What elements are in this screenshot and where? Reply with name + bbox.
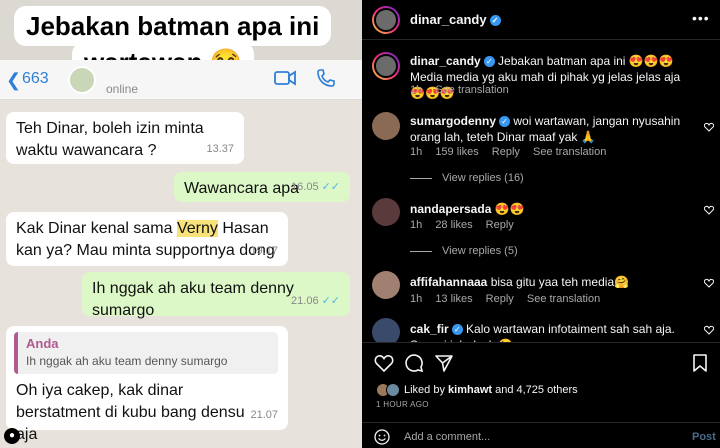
story-image: Jebakan batman apa ini wartawan 😂 ❮ 663 … [0,0,362,448]
comment-meta: 1h 159 likes Reply See translation [410,146,616,158]
bookmark-icon[interactable] [690,353,710,373]
more-options-icon[interactable]: ••• [692,10,710,26]
comment-username[interactable]: nandapersada [410,202,491,216]
message-time: 21.07 [250,409,278,421]
unread-count: 663 [22,70,49,87]
avatar[interactable] [372,112,400,140]
comment-likes[interactable]: 28 likes [435,219,472,231]
comment-age: 1h [410,146,423,158]
post-username[interactable]: dinar_candy ✓ [410,12,501,27]
message-text-before: Kak Dinar kenal sama [16,220,177,237]
post-time: 1 HOUR AGO [376,400,429,409]
phone-icon[interactable] [316,68,336,88]
heart-icon[interactable] [704,278,714,288]
emoji-icon[interactable] [374,429,390,445]
message-incoming: Kak Dinar kenal sama Verny Hasan kan ya?… [6,212,288,266]
heart-icon[interactable] [704,122,714,132]
caption-username[interactable]: dinar_candy [410,54,481,68]
comment-likes[interactable]: 13 likes [435,293,472,305]
person-icon[interactable]: ● [4,428,20,444]
add-comment-bar: Add a comment... Post [362,422,720,448]
caption-meta: 1h See translation [410,84,519,96]
avatar[interactable] [372,52,400,80]
message-incoming-reply: Anda Ih nggak ah aku team denny sumargo … [6,326,288,443]
read-ticks-icon: ✓✓ [321,295,340,307]
chat-header: ❮ 663 online [0,60,362,100]
highlighted-name: Verny [176,220,218,237]
reply-button[interactable]: Reply [486,219,514,231]
reply-button[interactable]: Reply [486,293,514,305]
comment-username[interactable]: sumargodenny [410,114,496,128]
comment: affifahannaaa bisa gitu yaa teh media🤗 [410,274,690,290]
see-translation-link[interactable]: See translation [527,293,600,305]
avatar[interactable] [372,198,400,226]
comment-icon[interactable] [404,353,424,373]
liked-by-user[interactable]: kimhawt [448,384,492,396]
comment-username[interactable]: cak_fir [410,322,449,336]
quoted-message: Anda Ih nggak ah aku team denny sumargo [14,332,278,374]
video-call-icon[interactable] [274,70,296,86]
message-text: Wawancara apa [184,180,300,197]
caption-text-line1: Jebakan batman apa ini 😍😍😍 [498,54,674,68]
avatar[interactable] [372,6,400,34]
comment: nandapersada 😍😍 [410,201,690,217]
comment-meta: 1h 13 likes Reply See translation [410,293,610,305]
comment-text: bisa gitu yaa teh media🤗 [490,275,630,289]
post-header: dinar_candy ✓ ••• [362,0,720,40]
avatar [386,383,400,397]
verified-icon: ✓ [489,15,501,27]
comment-text: 😍😍 [494,202,525,216]
liked-by-avatars [376,383,406,397]
quote-author: Anda [26,336,59,351]
verified-icon: ✓ [451,324,463,336]
post-actions [362,342,720,382]
comment-input[interactable]: Add a comment... [404,431,490,443]
reply-button[interactable]: Reply [492,146,520,158]
comment-text: Kalo wartawan infotaiment sah sah aja. S… [410,322,675,342]
story-caption-line1: Jebakan batman apa ini [14,6,332,46]
contact-status: online [106,82,139,96]
message-text: Ih nggak ah aku team denny sumargo [92,280,294,319]
verified-icon: ✓ [499,116,511,128]
message-text: Oh iya cakep, kak dinar berstatment di k… [16,382,245,443]
comment-age: 1h [410,219,423,231]
comment-likes[interactable]: 159 likes [435,146,478,158]
share-icon[interactable] [434,353,454,373]
message-time: 16.05 [291,181,319,193]
comment: sumargodenny ✓ woi wartawan, jangan nyusa… [410,113,690,145]
see-translation-link[interactable]: See translation [533,146,606,158]
quote-text: Ih nggak ah aku team denny sumargo [26,354,228,368]
comment-age: 1h [410,293,423,305]
comment-meta: 1h 28 likes Reply [410,219,524,231]
message-time: 19.17 [250,245,278,257]
liked-by-suffix: and 4,725 others [492,384,578,396]
message-time: 13.37 [206,143,234,155]
likes-summary[interactable]: Liked by kimhawt and 4,725 others [404,384,578,396]
avatar[interactable] [372,271,400,299]
comment-username[interactable]: affifahannaaa [410,275,487,289]
heart-icon[interactable] [704,325,714,335]
see-translation-link[interactable]: See translation [435,84,508,96]
instagram-panel: dinar_candy ✓ ••• dinar_candy ✓ Jebakan ba… [362,0,720,448]
message-text: Teh Dinar, boleh izin minta waktu wawanc… [16,120,204,159]
avatar [68,66,96,94]
verified-icon: ✓ [483,56,495,68]
message-time: 21.06 [291,295,319,307]
comment: cak_fir ✓ Kalo wartawan infotaiment sah s… [410,321,690,342]
heart-icon[interactable] [704,205,714,215]
message-outgoing: Wawancara apa 16.05 ✓✓ [174,172,350,202]
like-heart-icon[interactable] [374,353,394,373]
read-ticks-icon: ✓✓ [321,181,340,193]
liked-by-prefix: Liked by [404,384,449,396]
caption-age: 1h [410,84,423,96]
message-incoming: Teh Dinar, boleh izin minta waktu wawanc… [6,112,244,164]
post-button[interactable]: Post [692,431,716,443]
message-outgoing: Ih nggak ah aku team denny sumargo 21.06… [82,272,350,319]
back-icon[interactable]: ❮ [6,70,21,91]
view-replies-link[interactable]: View replies (5) [410,245,518,257]
view-replies-link[interactable]: View replies (16) [410,172,524,184]
